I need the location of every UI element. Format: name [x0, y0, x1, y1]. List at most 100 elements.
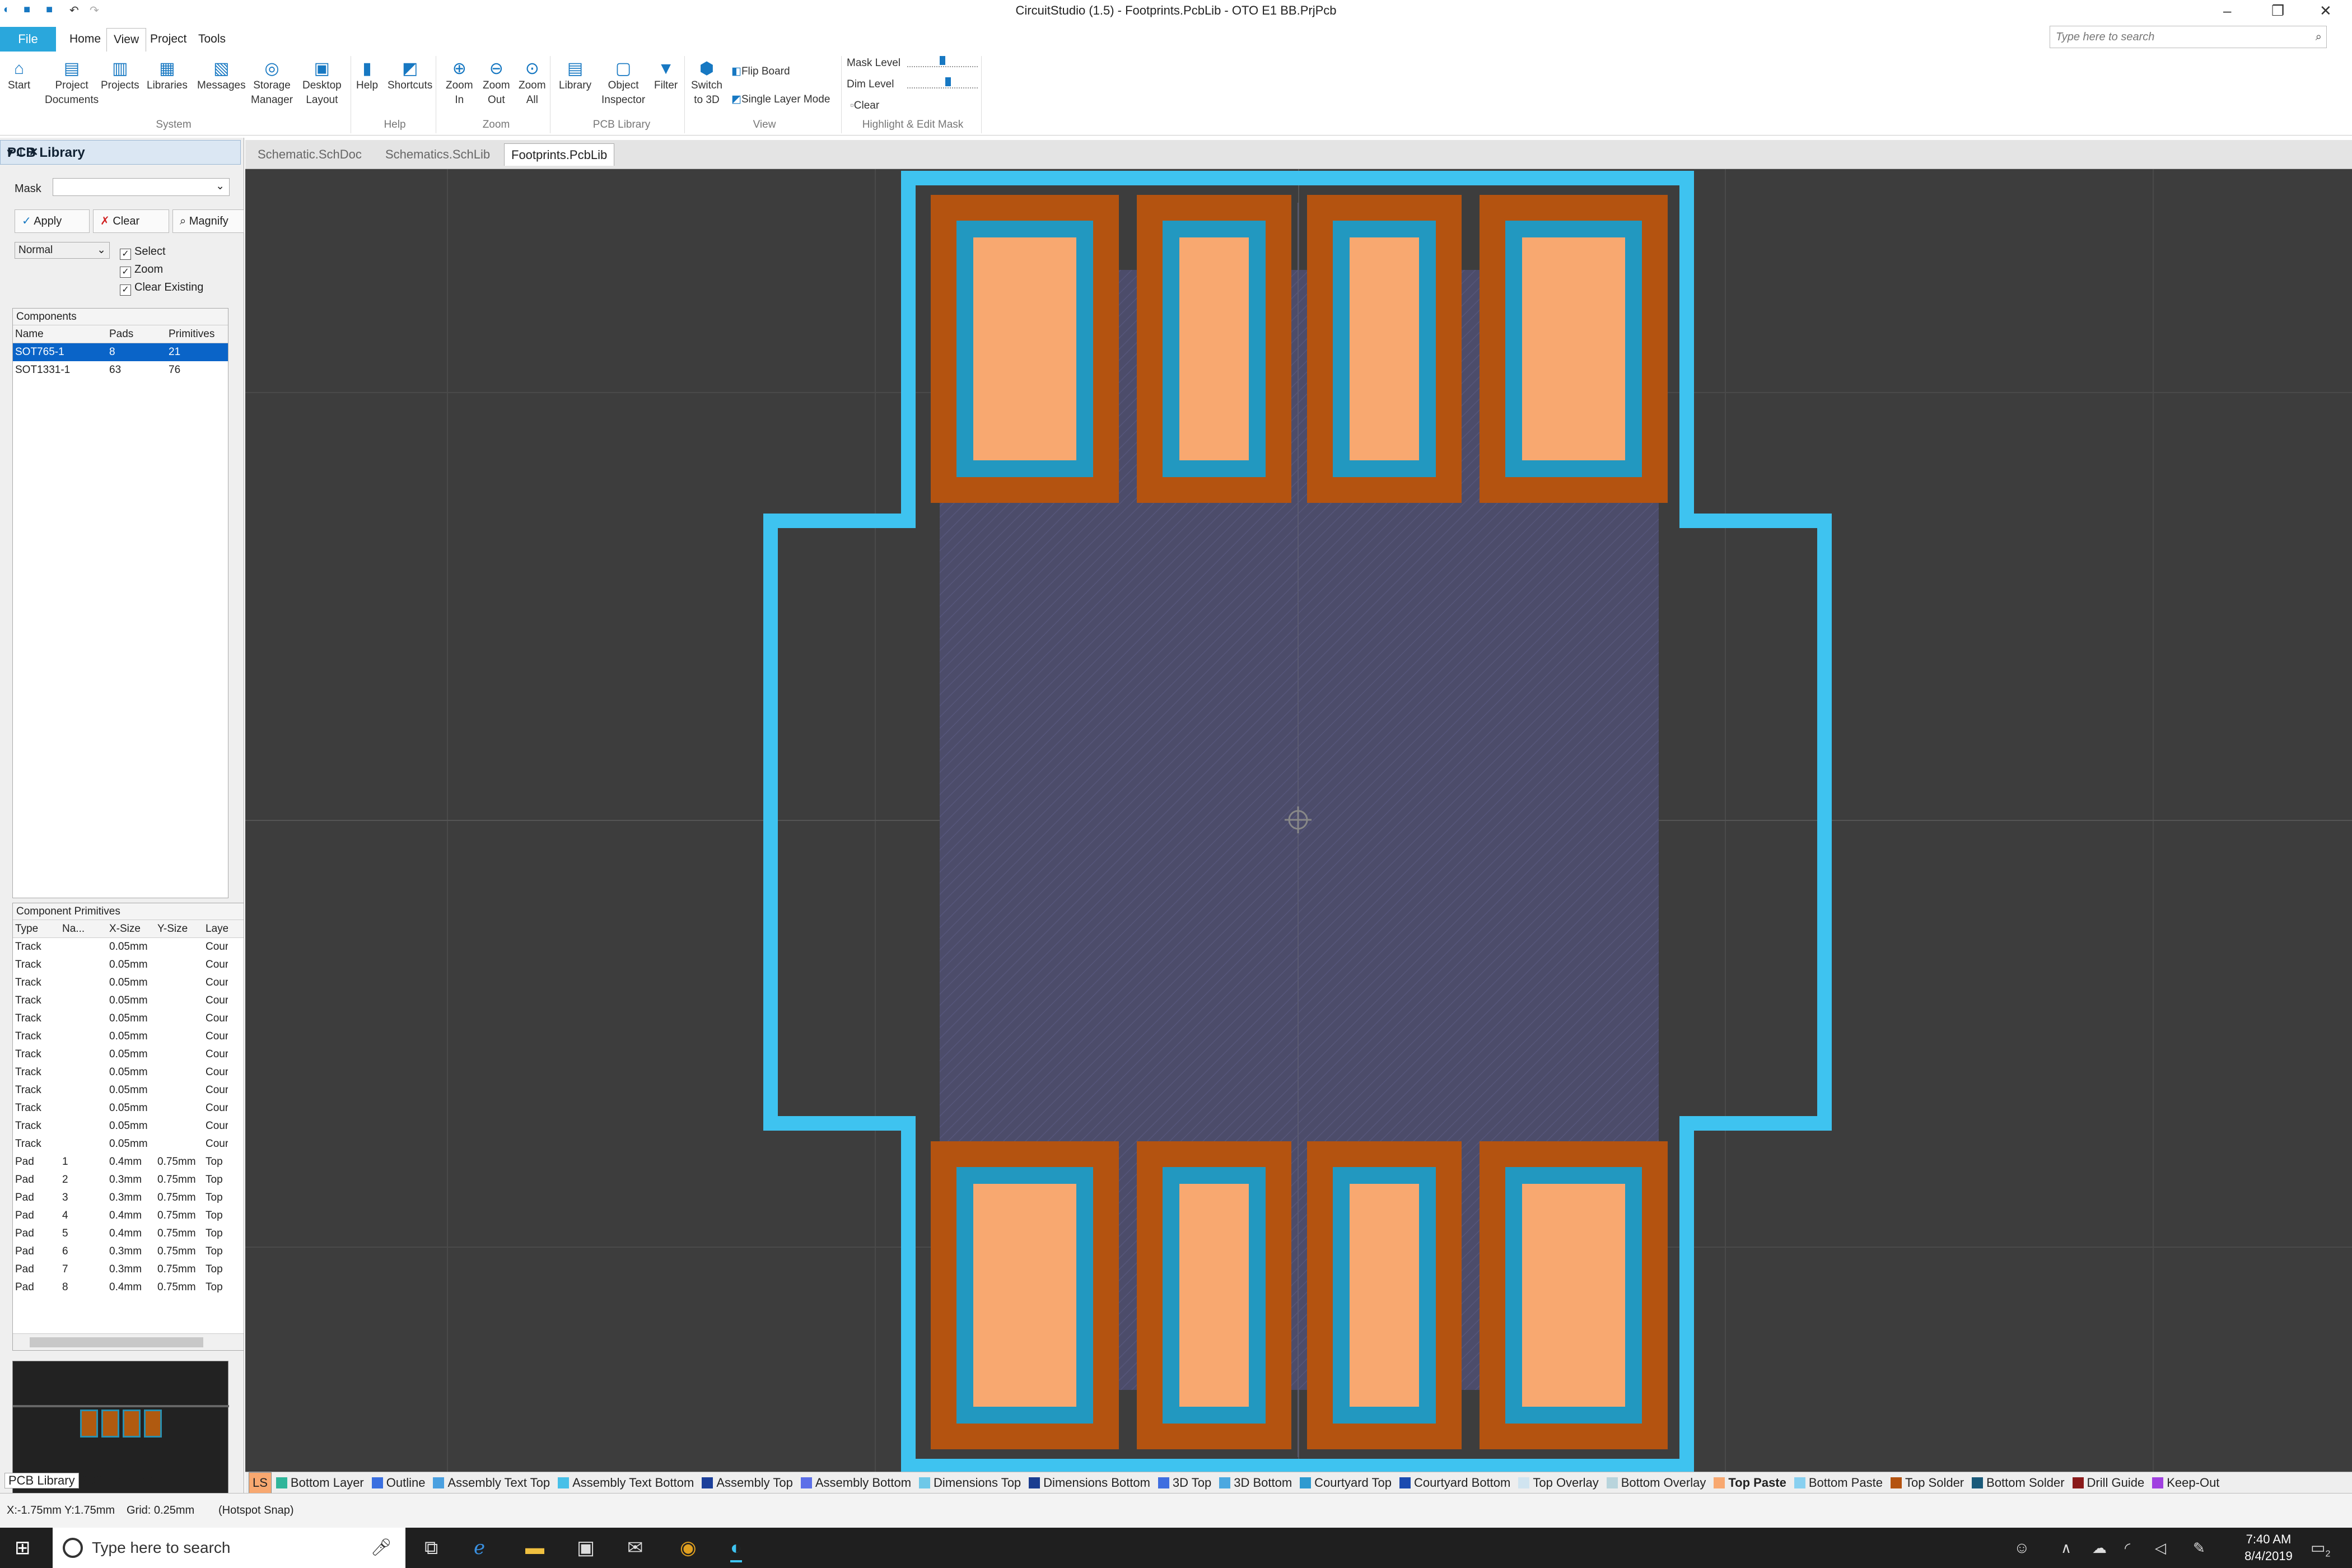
layer-tab-dimensions-top[interactable]: Dimensions Top: [919, 1473, 1021, 1493]
store-icon[interactable]: ▣: [577, 1536, 595, 1560]
chevron-up-icon[interactable]: ∧: [2061, 1536, 2071, 1560]
layer-tab-top-paste[interactable]: Top Paste: [1714, 1473, 1786, 1493]
pad-7[interactable]: [1307, 1141, 1462, 1449]
ribbon-button-object-inspector[interactable]: ▢ Object Inspector: [601, 59, 645, 108]
primitive-row[interactable]: Track 0.05mm Courtyard: [13, 1135, 244, 1153]
tab-schematics-schlib[interactable]: Schematics.SchLib: [379, 143, 497, 166]
search-box[interactable]: Type here to search ⌕: [2050, 26, 2327, 48]
primitive-row[interactable]: Track 0.05mm Courtyard: [13, 1063, 244, 1081]
primitive-row[interactable]: Pad 2 0.3mm 0.75mm Top: [13, 1171, 244, 1189]
panel-controls-icon[interactable]: ▾ ⊥ ✕: [7, 145, 235, 159]
mask-input[interactable]: ⌄: [53, 178, 230, 196]
mask-level-slider[interactable]: [907, 56, 978, 67]
layer-tab-outline[interactable]: Outline: [371, 1473, 425, 1493]
primitive-row[interactable]: Track 0.05mm Courtyard: [13, 1081, 244, 1099]
primitive-row[interactable]: Pad 1 0.4mm 0.75mm Top: [13, 1153, 244, 1171]
ribbon-button-start[interactable]: ⌂ Start: [8, 59, 30, 93]
zoom-checkbox[interactable]: ✓ Zoom: [120, 263, 163, 278]
layer-tab-assembly-bottom[interactable]: Assembly Bottom: [800, 1473, 911, 1493]
clock[interactable]: 7:40 AM 8/4/2019: [2232, 1531, 2305, 1565]
tab-view[interactable]: View: [106, 28, 147, 52]
file-menu-button[interactable]: File: [0, 27, 56, 52]
layer-tab-assembly-text-top[interactable]: Assembly Text Top: [433, 1473, 550, 1493]
pad-3[interactable]: [1307, 195, 1462, 503]
dim-level-slider[interactable]: [907, 77, 978, 88]
primitive-row[interactable]: Track 0.05mm Courtyard: [13, 956, 244, 974]
primitive-row[interactable]: Pad 5 0.4mm 0.75mm Top: [13, 1225, 244, 1243]
col-layer[interactable]: Layer: [206, 920, 228, 938]
horizontal-scrollbar[interactable]: [13, 1333, 244, 1350]
component-row[interactable]: SOT765-1 8 21: [13, 343, 228, 361]
col-pads[interactable]: Pads: [109, 325, 133, 343]
primitive-row[interactable]: Track 0.05mm Courtyard: [13, 1028, 244, 1046]
select-checkbox[interactable]: ✓ Select: [120, 245, 166, 260]
ribbon-button-help[interactable]: ▮ Help: [356, 59, 378, 93]
pad-6[interactable]: [1137, 1141, 1291, 1449]
mode-select[interactable]: Normal ⌄: [15, 242, 110, 259]
layer-tab-assembly-text-bottom[interactable]: Assembly Text Bottom: [558, 1473, 694, 1493]
primitive-row[interactable]: Track 0.05mm Courtyard: [13, 938, 244, 956]
col-name[interactable]: Na...: [62, 920, 85, 938]
search-icon[interactable]: ⌕: [2316, 26, 2322, 48]
ribbon-button-library[interactable]: ▤ Library: [559, 59, 591, 93]
layer-tab-top-overlay[interactable]: Top Overlay: [1518, 1473, 1599, 1493]
restore-icon[interactable]: ❐: [2271, 2, 2284, 20]
tab-pcblib-filter[interactable]: PCBLIB Filter: [78, 1473, 153, 1487]
primitive-row[interactable]: Pad 7 0.3mm 0.75mm Top: [13, 1261, 244, 1278]
ribbon-button-filter[interactable]: ▼ Filter: [654, 59, 678, 93]
flip-board-button[interactable]: ◧Flip Board: [731, 65, 790, 78]
layer-tab-bottom-solder[interactable]: Bottom Solder: [1972, 1473, 2065, 1493]
primitive-row[interactable]: Track 0.05mm Courtyard: [13, 1117, 244, 1135]
layer-tab-keep-out[interactable]: Keep-Out: [2152, 1473, 2219, 1493]
ribbon-button-storage-manager[interactable]: ◎ Storage Manager: [251, 59, 293, 108]
layer-tab-courtyard-top[interactable]: Courtyard Top: [1300, 1473, 1392, 1493]
tab-home[interactable]: Home: [69, 32, 101, 46]
primitive-row[interactable]: Pad 8 0.4mm 0.75mm Top: [13, 1278, 244, 1296]
file-explorer-icon[interactable]: ▬: [525, 1536, 544, 1560]
primitive-row[interactable]: Track 0.05mm Courtyard: [13, 992, 244, 1010]
ribbon-button-shortcuts[interactable]: ◩ Shortcuts: [388, 59, 432, 93]
pcb-canvas[interactable]: [245, 169, 2352, 1472]
clear-existing-checkbox[interactable]: ✓ Clear Existing: [120, 281, 203, 296]
tab-footprints-pcblib[interactable]: Footprints.PcbLib: [504, 143, 615, 166]
primitive-row[interactable]: Track 0.05mm Courtyard: [13, 1010, 244, 1028]
primitive-row[interactable]: Track 0.05mm Courtyard: [13, 1099, 244, 1117]
col-y-size[interactable]: Y-Size: [157, 920, 188, 938]
ribbon-button-projects[interactable]: ▥ Projects: [101, 59, 139, 93]
ribbon-button-project-documents[interactable]: ▤ Project Documents: [45, 59, 99, 108]
layer-tab-bottom-overlay[interactable]: Bottom Overlay: [1606, 1473, 1706, 1493]
ribbon-button-zoom-all[interactable]: ⊙ Zoom All: [519, 59, 546, 108]
layer-tab-bottom-paste[interactable]: Bottom Paste: [1794, 1473, 1883, 1493]
ribbon-button-libraries[interactable]: ▦ Libraries: [147, 59, 188, 93]
ribbon-button-zoom-in[interactable]: ⊕ Zoom In: [446, 59, 473, 108]
people-icon[interactable]: ☺: [2014, 1536, 2030, 1560]
pad-4[interactable]: [1480, 195, 1668, 503]
apply-button[interactable]: ✓ Apply: [15, 209, 90, 233]
taskbar-search[interactable]: Type here to search 🎤︎: [53, 1528, 405, 1568]
ribbon-button-switch-to-3d[interactable]: ⬢ Switch to 3D: [691, 59, 722, 108]
circuitstudio-taskbar-icon[interactable]: ◐: [730, 1536, 742, 1562]
mail-icon[interactable]: ✉: [627, 1536, 643, 1560]
windows-start-icon[interactable]: ⊞: [15, 1536, 31, 1560]
ribbon-button-desktop-layout[interactable]: ▣ Desktop Layout: [302, 59, 342, 108]
col-name[interactable]: Name: [15, 325, 44, 343]
chrome-icon[interactable]: ◉: [680, 1536, 697, 1560]
tab-tools[interactable]: Tools: [198, 32, 226, 46]
primitive-row[interactable]: Pad 3 0.3mm 0.75mm Top: [13, 1189, 244, 1207]
magnify-button[interactable]: ⌕ Magnify: [172, 209, 244, 233]
layer-tab-courtyard-bottom[interactable]: Courtyard Bottom: [1399, 1473, 1510, 1493]
clear-button[interactable]: ✗ Clear: [93, 209, 169, 233]
volume-icon[interactable]: ◁: [2155, 1536, 2166, 1560]
component-row[interactable]: SOT1331-1 63 76: [13, 361, 228, 379]
current-layer-indicator[interactable]: LS: [249, 1472, 272, 1494]
edge-icon[interactable]: ℯ: [474, 1536, 485, 1560]
pad-2[interactable]: [1137, 195, 1291, 503]
pen-icon[interactable]: ✎: [2193, 1536, 2205, 1560]
notifications-icon[interactable]: ▭2: [2311, 1536, 2330, 1567]
onedrive-icon[interactable]: ☁: [2092, 1536, 2107, 1560]
layer-tab-drill-guide[interactable]: Drill Guide: [2072, 1473, 2144, 1493]
microphone-icon[interactable]: 🎤︎: [371, 1528, 392, 1568]
close-icon[interactable]: ✕: [2320, 2, 2332, 20]
layer-tab-top-solder[interactable]: Top Solder: [1890, 1473, 1964, 1493]
single-layer-mode-button[interactable]: ◩Single Layer Mode: [731, 93, 830, 106]
